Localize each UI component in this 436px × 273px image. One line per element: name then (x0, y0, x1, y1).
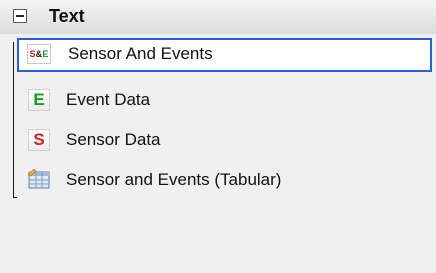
event-data-icon: E (27, 89, 51, 111)
icon-letter-e: E (28, 89, 50, 111)
collapse-icon[interactable] (13, 9, 27, 23)
group-title: Text (49, 6, 85, 26)
tabular-grid-icon (27, 169, 51, 191)
group-header-text[interactable]: Text (0, 0, 436, 34)
text-group-panel: Text S & E Sensor And Events E Event Dat… (0, 0, 436, 273)
list-item-label: Sensor Data (66, 130, 161, 149)
tree-connector-line (13, 42, 14, 198)
list-item-label: Sensor And Events (68, 44, 213, 63)
list-item-event-data[interactable]: E Event Data (17, 84, 432, 118)
icon-letter-amp: & (35, 49, 43, 59)
list-item-sensor-and-events-tabular[interactable]: Sensor and Events (Tabular) (17, 164, 432, 198)
sensor-data-icon: S (27, 129, 51, 151)
icon-letter-e: E (42, 49, 49, 59)
list-item-label: Event Data (66, 90, 151, 109)
icon-letter-s: S (28, 129, 50, 151)
sensor-and-events-icon: S & E (27, 43, 51, 65)
list-item-label: Sensor and Events (Tabular) (66, 170, 282, 189)
list-item-sensor-and-events[interactable]: S & E Sensor And Events (17, 38, 432, 72)
list-item-sensor-data[interactable]: S Sensor Data (17, 124, 432, 158)
